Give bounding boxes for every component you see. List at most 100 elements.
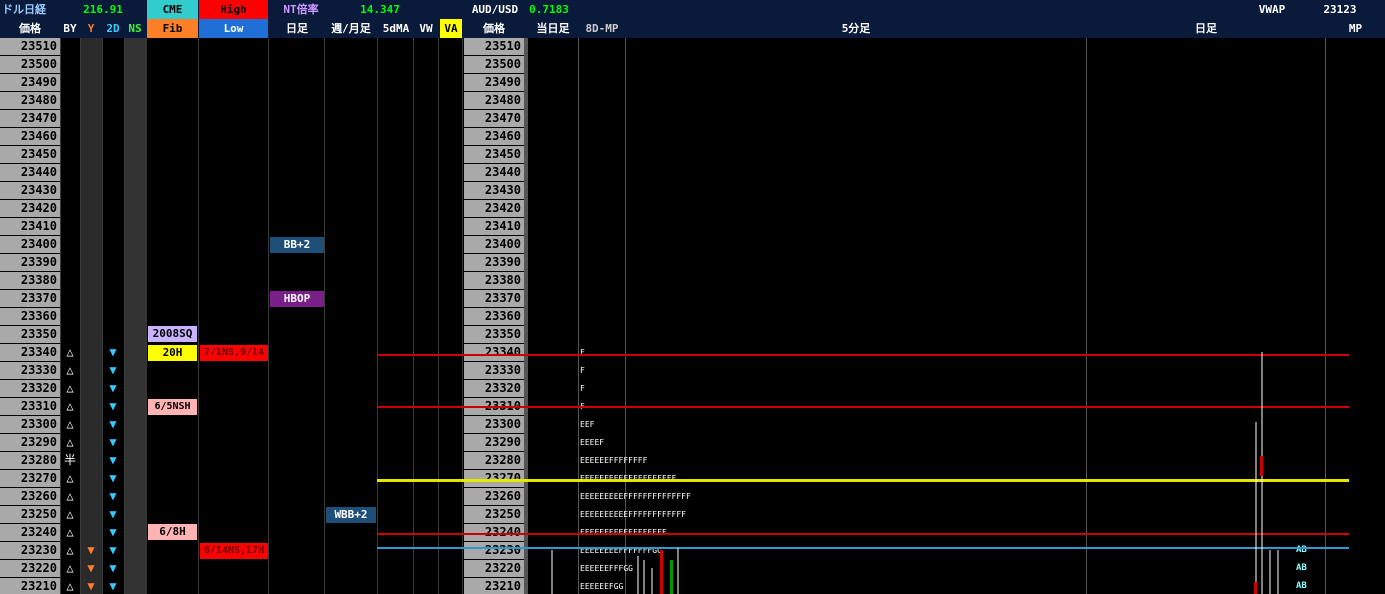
tag-6-14ns[interactable]: 6/14NS,17H	[200, 543, 268, 559]
price-label-right[interactable]: 23460	[464, 128, 524, 145]
cme-header[interactable]: CME	[147, 0, 198, 19]
price-label-left[interactable]: 23400	[0, 236, 60, 253]
price-label-left[interactable]: 23290	[0, 434, 60, 451]
price-row: 23290 23290 △ ▼ EEEEF	[0, 434, 1385, 452]
today-col-header[interactable]: 当日足	[528, 19, 578, 38]
tag-6-5nsh[interactable]: 6/5NSH	[148, 399, 197, 415]
mp-col-header[interactable]: MP	[1326, 19, 1385, 38]
price-label-right[interactable]: 23260	[464, 488, 524, 505]
price-label-left[interactable]: 23300	[0, 416, 60, 433]
price2-col-header[interactable]: 価格	[464, 19, 524, 38]
ns-col-header[interactable]: NS	[124, 19, 146, 38]
price-label-right[interactable]: 23500	[464, 56, 524, 73]
price-label-left[interactable]: 23330	[0, 362, 60, 379]
price-label-left[interactable]: 23420	[0, 200, 60, 217]
price-label-right[interactable]: 23420	[464, 200, 524, 217]
price-label-left[interactable]: 23490	[0, 74, 60, 91]
price-label-right[interactable]: 23360	[464, 308, 524, 325]
mp8d-col-header[interactable]: 8D-MP	[578, 19, 626, 38]
price-label-left[interactable]: 23450	[0, 146, 60, 163]
price-label-right[interactable]: 23220	[464, 560, 524, 577]
price-label-left[interactable]: 23440	[0, 164, 60, 181]
weekly-col-header[interactable]: 週/月足	[325, 19, 377, 38]
high-header[interactable]: High	[199, 0, 268, 19]
price-label-right[interactable]: 23390	[464, 254, 524, 271]
price-label-left[interactable]: 23500	[0, 56, 60, 73]
2d-down-icon: ▼	[109, 453, 117, 467]
tag-bb2[interactable]: BB+2	[270, 237, 324, 253]
by-signal	[60, 290, 80, 307]
va-col-header[interactable]: VA	[440, 19, 462, 38]
price-label-right[interactable]: 23430	[464, 182, 524, 199]
min5-col-header[interactable]: 5分足	[626, 19, 1086, 38]
price-label-right[interactable]: 23440	[464, 164, 524, 181]
price-label-left[interactable]: 23510	[0, 38, 60, 55]
price-label-right[interactable]: 23490	[464, 74, 524, 91]
by-col-header[interactable]: BY	[60, 19, 80, 38]
price-label-left[interactable]: 23230	[0, 542, 60, 559]
price-label-left[interactable]: 23390	[0, 254, 60, 271]
low-col-header[interactable]: Low	[199, 19, 268, 38]
price-label-left[interactable]: 23470	[0, 110, 60, 127]
price-label-right[interactable]: 23320	[464, 380, 524, 397]
tag-20h[interactable]: 20H	[148, 345, 197, 361]
price-label-right[interactable]: 23340	[464, 344, 524, 361]
vw-col-header[interactable]: VW	[414, 19, 438, 38]
2d-down-icon: ▼	[109, 489, 117, 503]
price-label-right[interactable]: 23450	[464, 146, 524, 163]
price-label-right[interactable]: 23330	[464, 362, 524, 379]
price-label-left[interactable]: 23370	[0, 290, 60, 307]
level-line-red	[377, 533, 1349, 535]
price-label-right[interactable]: 23230	[464, 542, 524, 559]
tag-hbop[interactable]: HBOP	[270, 291, 324, 307]
tag-2008sq[interactable]: 2008SQ	[148, 326, 197, 342]
price-label-left[interactable]: 23260	[0, 488, 60, 505]
price-label-right[interactable]: 23370	[464, 290, 524, 307]
price-label-right[interactable]: 23290	[464, 434, 524, 451]
price-row: 23410 23410	[0, 218, 1385, 236]
nt-label: NT倍率	[283, 3, 319, 16]
price-label-right[interactable]: 23350	[464, 326, 524, 343]
price-label-left[interactable]: 23250	[0, 506, 60, 523]
price-label-left[interactable]: 23340	[0, 344, 60, 361]
price-label-right[interactable]: 23380	[464, 272, 524, 289]
price-label-left[interactable]: 23220	[0, 560, 60, 577]
price-label-left[interactable]: 23270	[0, 470, 60, 487]
daily-col-header[interactable]: 日足	[270, 19, 324, 38]
y-col-header[interactable]: Y	[80, 19, 102, 38]
fib-col-header[interactable]: Fib	[147, 19, 198, 38]
price-label-right[interactable]: 23400	[464, 236, 524, 253]
ma5-col-header[interactable]: 5dMA	[378, 19, 414, 38]
price-label-left[interactable]: 23240	[0, 524, 60, 541]
tag-7-1ns[interactable]: 7/1NS,9/14	[200, 345, 268, 361]
price-label-left[interactable]: 23280	[0, 452, 60, 469]
price-label-left[interactable]: 23380	[0, 272, 60, 289]
price-label-right[interactable]: 23210	[464, 578, 524, 594]
price-label-left[interactable]: 23360	[0, 308, 60, 325]
price-label-right[interactable]: 23250	[464, 506, 524, 523]
tpo-profile: EEEEEEEEEFFFFFFFFFFFFFF	[580, 492, 691, 501]
price-row: 23440 23440	[0, 164, 1385, 182]
price-label-right[interactable]: 23300	[464, 416, 524, 433]
2d-col-header[interactable]: 2D	[102, 19, 124, 38]
tag-6-8h[interactable]: 6/8H	[148, 524, 197, 540]
price-row: 23430 23430	[0, 182, 1385, 200]
price-label-left[interactable]: 23410	[0, 218, 60, 235]
price-label-left[interactable]: 23310	[0, 398, 60, 415]
price-label-left[interactable]: 23320	[0, 380, 60, 397]
price-label-right[interactable]: 23510	[464, 38, 524, 55]
price-label-left[interactable]: 23350	[0, 326, 60, 343]
price-label-right[interactable]: 23470	[464, 110, 524, 127]
price-label-left[interactable]: 23480	[0, 92, 60, 109]
price-label-right[interactable]: 23280	[464, 452, 524, 469]
price-label-right[interactable]: 23480	[464, 92, 524, 109]
level-line-red	[377, 354, 1349, 356]
price-label-left[interactable]: 23460	[0, 128, 60, 145]
price-col-header[interactable]: 価格	[0, 19, 60, 38]
daily2-col-header[interactable]: 日足	[1086, 19, 1326, 38]
price-label-left[interactable]: 23210	[0, 578, 60, 594]
price-label-right[interactable]: 23410	[464, 218, 524, 235]
price-row: 23500 23500	[0, 56, 1385, 74]
price-label-left[interactable]: 23430	[0, 182, 60, 199]
tag-wbb2[interactable]: WBB+2	[326, 507, 376, 523]
